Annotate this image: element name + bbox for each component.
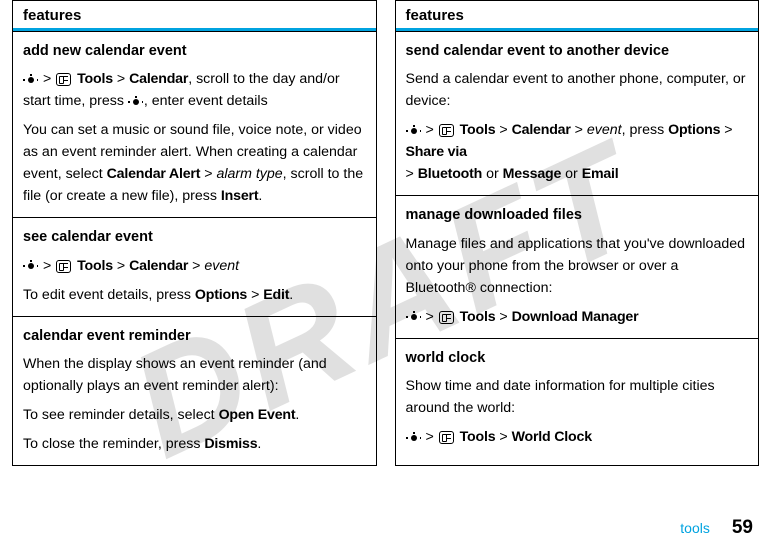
text: To see reminder details, select: [23, 407, 219, 423]
menu-dismiss: Dismiss: [204, 436, 257, 452]
right-column: features send calendar event to another …: [395, 0, 760, 466]
section-see-event: see calendar event > Tools > Calendar > …: [13, 217, 376, 315]
paragraph: When the display shows an event reminder…: [23, 353, 366, 397]
text: >: [247, 287, 263, 303]
section-event-reminder: calendar event reminder When the display…: [13, 316, 376, 465]
menu-options: Options: [668, 122, 720, 138]
section-manage-files: manage downloaded files Manage files and…: [396, 195, 759, 337]
center-key-icon: [407, 126, 421, 136]
left-column: features add new calendar event > Tools …: [12, 0, 377, 466]
menu-bluetooth: Bluetooth: [418, 166, 482, 182]
page-footer: tools 59: [680, 517, 753, 539]
section-title: world clock: [406, 347, 749, 369]
text: .: [257, 436, 261, 452]
text: , press: [622, 122, 669, 138]
center-key-icon: [24, 75, 38, 85]
paragraph: To close the reminder, press Dismiss.: [23, 433, 366, 455]
section-title: add new calendar event: [23, 40, 366, 62]
text: >: [200, 166, 216, 182]
menu-edit: Edit: [263, 287, 289, 303]
paragraph: Manage files and applications that you'v…: [406, 233, 749, 299]
center-key-icon: [407, 433, 421, 443]
text: >: [720, 122, 732, 138]
menu-share-via: Share via: [406, 144, 467, 160]
text: , enter event details: [144, 93, 268, 109]
center-key-icon: [407, 312, 421, 322]
paragraph: You can set a music or sound file, voice…: [23, 119, 366, 207]
text: .: [289, 287, 293, 303]
var-event: event: [587, 122, 622, 138]
menu-calendar: Calendar: [512, 122, 571, 138]
menu-download-manager: Download Manager: [512, 309, 639, 325]
menu-world-clock: World Clock: [512, 429, 592, 445]
menu-email: Email: [582, 166, 619, 182]
section-world-clock: world clock Show time and date informati…: [396, 338, 759, 458]
menu-tools: Tools: [460, 309, 496, 325]
tools-icon: [56, 73, 71, 86]
text: >: [406, 166, 418, 182]
footer-section-label: tools: [680, 520, 710, 536]
content-columns: features add new calendar event > Tools …: [0, 0, 771, 466]
nav-path: > Tools > Calendar > event: [23, 255, 366, 277]
menu-calendar: Calendar: [129, 258, 188, 274]
text: or: [482, 166, 503, 182]
tools-icon: [439, 431, 454, 444]
menu-open-event: Open Event: [219, 407, 296, 423]
menu-tools: Tools: [77, 71, 113, 87]
section-add-event: add new calendar event > Tools > Calenda…: [13, 31, 376, 217]
tools-icon: [439, 311, 454, 324]
center-key-icon: [24, 261, 38, 271]
section-title: manage downloaded files: [406, 204, 749, 226]
nav-path: > Tools > Calendar, scroll to the day an…: [23, 68, 366, 112]
center-key-icon: [129, 97, 143, 107]
paragraph: Show time and date information for multi…: [406, 375, 749, 419]
left-header: features: [13, 1, 376, 31]
menu-calendar: Calendar: [129, 71, 188, 87]
text: To edit event details, press: [23, 287, 195, 303]
right-header: features: [396, 1, 759, 31]
nav-path: > Tools > World Clock: [406, 426, 749, 448]
tools-icon: [56, 260, 71, 273]
section-title: send calendar event to another device: [406, 40, 749, 62]
menu-tools: Tools: [460, 122, 496, 138]
paragraph: To see reminder details, select Open Eve…: [23, 404, 366, 426]
page-number: 59: [732, 517, 753, 539]
menu-message: Message: [503, 166, 562, 182]
section-send-event: send calendar event to another device Se…: [396, 31, 759, 195]
tools-icon: [439, 124, 454, 137]
text: .: [258, 188, 262, 204]
section-title: see calendar event: [23, 226, 366, 248]
text: or: [561, 166, 582, 182]
text: .: [295, 407, 299, 423]
menu-tools: Tools: [460, 429, 496, 445]
paragraph: To edit event details, press Options > E…: [23, 284, 366, 306]
menu-tools: Tools: [77, 258, 113, 274]
text: To close the reminder, press: [23, 436, 204, 452]
paragraph: Send a calendar event to another phone, …: [406, 68, 749, 112]
menu-calendar-alert: Calendar Alert: [107, 166, 201, 182]
var-alarm-type: alarm type: [216, 166, 282, 182]
menu-options: Options: [195, 287, 247, 303]
menu-insert: Insert: [221, 188, 258, 204]
var-event: event: [204, 258, 239, 274]
nav-path: > Tools > Download Manager: [406, 306, 749, 328]
section-title: calendar event reminder: [23, 325, 366, 347]
nav-path: > Tools > Calendar > event, press Option…: [406, 119, 749, 185]
